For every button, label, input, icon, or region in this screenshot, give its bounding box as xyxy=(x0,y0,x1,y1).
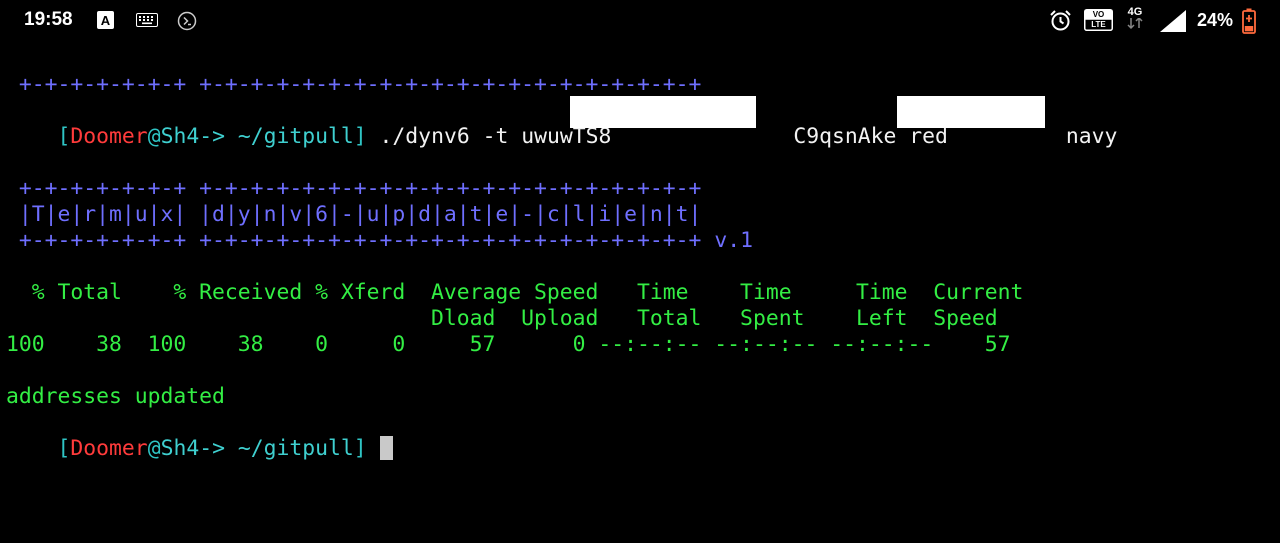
version-label: v.1 xyxy=(701,228,753,253)
4g-icon: 4G xyxy=(1125,7,1145,33)
battery-percentage: 24% xyxy=(1197,10,1234,30)
keyboard-icon xyxy=(136,13,158,32)
prompt-at: @ xyxy=(147,124,161,149)
redaction-block xyxy=(570,96,756,128)
prompt-path: ~/gitpull xyxy=(224,436,354,461)
a-box-icon: A xyxy=(97,11,114,34)
network-label: 4G xyxy=(1127,6,1143,18)
volte-label-bottom: LTE xyxy=(1091,20,1106,29)
prompt-bracket-open: [ xyxy=(57,124,71,149)
logo-border-bottom-text: +-+-+-+-+-+-+ +-+-+-+-+-+-+-+-+-+-+-+-+-… xyxy=(6,228,702,253)
banner-border: +-+-+-+-+-+-+ +-+-+-+-+-+-+-+-+-+-+-+-+-… xyxy=(6,72,702,97)
prompt-host: Sh4-> xyxy=(160,436,225,461)
logo-text: |T|e|r|m|u|x| |d|y|n|v|6|-|u|p|d|a|t|e|-… xyxy=(6,202,702,227)
prompt-bracket-open: [ xyxy=(57,436,71,461)
curl-values: 100 38 100 38 0 0 57 0 --:--:-- --:--:--… xyxy=(6,332,1011,357)
prompt-host: Sh4-> xyxy=(160,124,225,149)
svg-text:A: A xyxy=(101,13,111,28)
prompt-bracket-close: ] xyxy=(353,124,367,149)
signal-icon xyxy=(1160,10,1186,37)
redaction-block-2 xyxy=(897,96,1045,128)
clock: 19:58 xyxy=(24,9,73,30)
curl-header-2: Dload Upload Total Spent Left Speed xyxy=(6,306,998,331)
prompt-at: @ xyxy=(147,436,161,461)
alarm-icon xyxy=(1049,9,1072,37)
battery-icon xyxy=(1242,8,1256,39)
volte-label-top: VO xyxy=(1092,10,1105,19)
terminal-icon xyxy=(177,11,197,36)
command-text-3: navy xyxy=(1065,124,1118,149)
prompt-bracket-close: ] xyxy=(353,436,367,461)
prompt-line[interactable]: [Doomer@Sh4-> ~/gitpull] xyxy=(6,410,393,461)
prompt-user: Doomer xyxy=(70,124,148,149)
prompt-user: Doomer xyxy=(70,436,148,461)
status-bar: 19:58 A VO LTE 4G 24% xyxy=(0,0,1280,42)
logo-border-top: +-+-+-+-+-+-+ +-+-+-+-+-+-+-+-+-+-+-+-+-… xyxy=(6,176,702,201)
curl-header-1: % Total % Received % Xferd Average Speed… xyxy=(6,280,1024,305)
text-cursor[interactable] xyxy=(379,436,393,460)
logo-border-bottom: +-+-+-+-+-+-+ +-+-+-+-+-+-+-+-+-+-+-+-+-… xyxy=(6,228,753,254)
result-message: addresses updated xyxy=(6,384,225,409)
prompt-path: ~/gitpull xyxy=(224,124,354,149)
